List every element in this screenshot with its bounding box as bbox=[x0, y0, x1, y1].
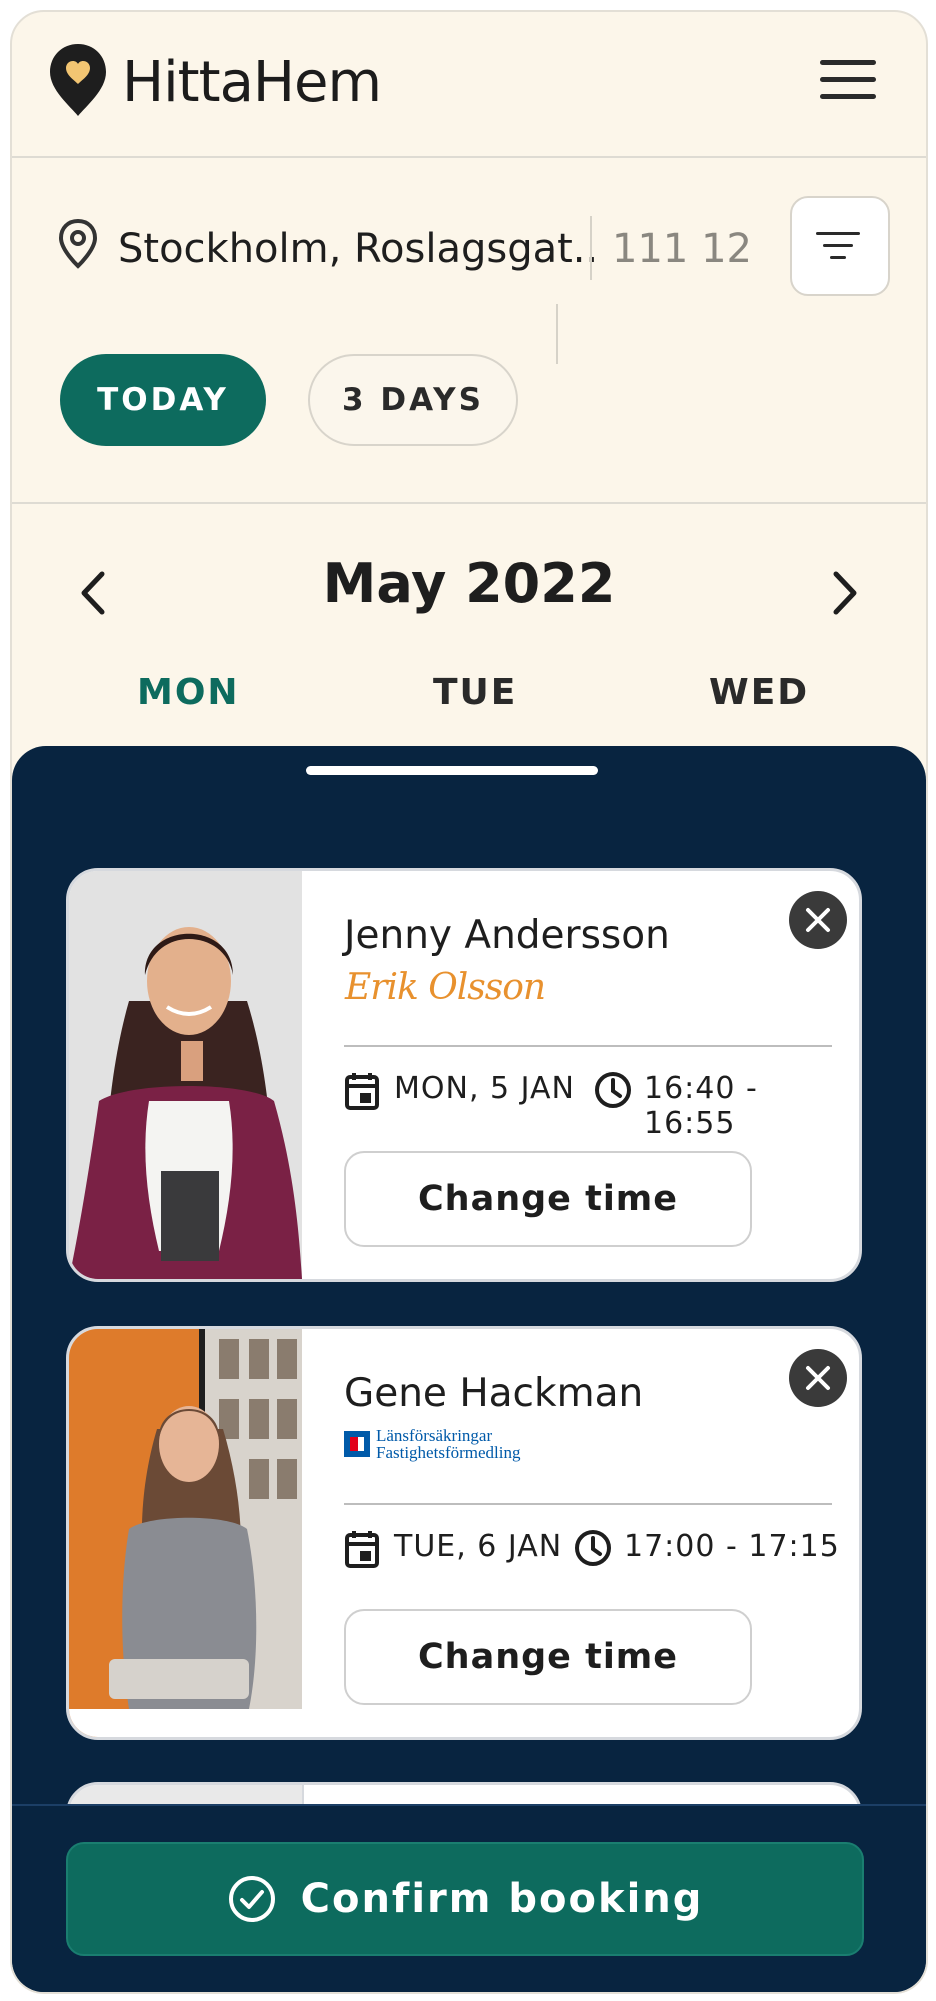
booking-date: TUE, 6 JAN bbox=[394, 1529, 563, 1564]
location-pin-icon bbox=[58, 218, 98, 269]
card-divider bbox=[344, 1503, 832, 1505]
booking-sheet: Jenny Andersson Erik Olsson MON, 5 JAN 1… bbox=[12, 746, 926, 1992]
agent-name: Gene Hackman bbox=[344, 1371, 644, 1416]
chevron-right-icon[interactable] bbox=[828, 568, 862, 618]
booking-card: Gene Hackman Länsförsäkringar Fastighets… bbox=[66, 1326, 862, 1740]
confirm-booking-label: Confirm booking bbox=[300, 1876, 704, 1922]
app-screen: HittaHem Stockholm, Roslagsgat.. 111 12 … bbox=[10, 10, 928, 1994]
postal-code[interactable]: 111 12 bbox=[612, 226, 752, 272]
booking-card: Jenny Andersson Erik Olsson MON, 5 JAN 1… bbox=[66, 868, 862, 1282]
agency-logo: Erik Olsson bbox=[345, 967, 546, 1008]
calendar-divider bbox=[12, 502, 926, 504]
sheet-handle[interactable] bbox=[306, 766, 598, 775]
tab-today[interactable]: TODAY bbox=[60, 354, 266, 446]
agency-logo: Länsförsäkringar Fastighetsförmedling bbox=[344, 1426, 544, 1467]
agent-photo bbox=[69, 1329, 302, 1737]
location-text[interactable]: Stockholm, Roslagsgat.. bbox=[118, 226, 598, 272]
clock-icon bbox=[575, 1530, 611, 1566]
day-wed[interactable]: WED bbox=[709, 672, 809, 713]
app-name: HittaHem bbox=[122, 50, 382, 115]
tab-3-days[interactable]: 3 DAYS bbox=[308, 354, 518, 446]
clock-icon bbox=[595, 1072, 631, 1108]
day-mon[interactable]: MON bbox=[137, 672, 240, 713]
change-time-button[interactable]: Change time bbox=[344, 1609, 752, 1705]
calendar-icon bbox=[345, 1531, 379, 1568]
top-bar: HittaHem bbox=[12, 12, 926, 156]
filter-icon bbox=[816, 232, 860, 235]
agent-name: Jenny Andersson bbox=[344, 913, 670, 958]
header-divider bbox=[12, 156, 926, 158]
check-circle-icon bbox=[228, 1876, 275, 1922]
change-time-button[interactable]: Change time bbox=[344, 1151, 752, 1247]
remove-booking-button[interactable] bbox=[789, 1349, 847, 1407]
separator bbox=[556, 304, 558, 364]
remove-booking-button[interactable] bbox=[789, 891, 847, 949]
close-icon bbox=[806, 908, 830, 932]
booking-time: 17:00 - 17:15 bbox=[624, 1529, 840, 1564]
booking-date: MON, 5 JAN bbox=[394, 1071, 575, 1106]
confirm-booking-button[interactable]: Confirm booking bbox=[66, 1842, 864, 1956]
calendar-icon bbox=[345, 1073, 379, 1110]
day-tue[interactable]: TUE bbox=[433, 672, 517, 713]
booking-time: 16:40 - 16:55 bbox=[644, 1071, 758, 1141]
card-divider bbox=[344, 1045, 832, 1047]
footer-bar: Confirm booking bbox=[12, 1804, 926, 1992]
close-icon bbox=[806, 1366, 830, 1390]
heart-pin-icon bbox=[50, 44, 106, 116]
month-title: May 2022 bbox=[322, 552, 616, 615]
agent-photo bbox=[69, 871, 302, 1279]
hamburger-menu-icon[interactable] bbox=[820, 60, 876, 100]
filter-button[interactable] bbox=[790, 196, 890, 296]
search-separator bbox=[590, 216, 592, 280]
